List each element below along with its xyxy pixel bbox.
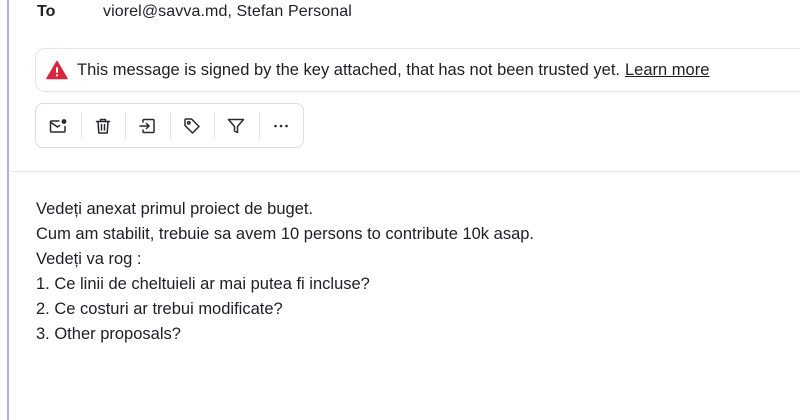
move-button[interactable] (125, 104, 170, 147)
more-options-button[interactable] (258, 104, 304, 147)
message-line: 1. Ce linii de cheltuieli ar mai putea f… (36, 275, 370, 293)
filter-button[interactable] (214, 104, 259, 147)
message-body: Vedeți anexat primul proiect de buget. C… (36, 197, 534, 347)
filter-icon (228, 118, 245, 133)
move-to-folder-icon (139, 118, 155, 133)
message-line: Cum am stabilit, trebuie sa avem 10 pers… (36, 225, 535, 243)
message-toolbar (35, 103, 304, 148)
signature-warning-banner: This message is signed by the key attach… (35, 48, 800, 92)
delete-button[interactable] (80, 104, 126, 147)
learn-more-link[interactable]: Learn more (625, 61, 709, 80)
more-horizontal-icon (273, 124, 288, 127)
message-line: 2. Ce costuri ar trebui modificate? (36, 300, 283, 318)
message-line: Vedeți anexat primul proiect de buget. (36, 200, 314, 218)
mark-unread-button[interactable] (36, 104, 81, 147)
tag-button[interactable] (169, 104, 215, 147)
message-line: 3. Other proposals? (36, 325, 181, 343)
warning-triangle-icon (46, 60, 68, 80)
message-line: Vedeți va rog : (36, 250, 142, 268)
warning-message: This message is signed by the key attach… (77, 60, 620, 79)
left-accent-rail (0, 0, 9, 420)
tag-icon (184, 117, 200, 134)
header-divider (11, 171, 800, 172)
to-label: To (37, 3, 56, 20)
mail-unread-icon (50, 118, 67, 133)
recipients-row: To viorel@savva.md, Stefan Personal (37, 2, 352, 22)
recipients-list[interactable]: viorel@savva.md, Stefan Personal (103, 3, 352, 21)
trash-icon (95, 118, 110, 134)
